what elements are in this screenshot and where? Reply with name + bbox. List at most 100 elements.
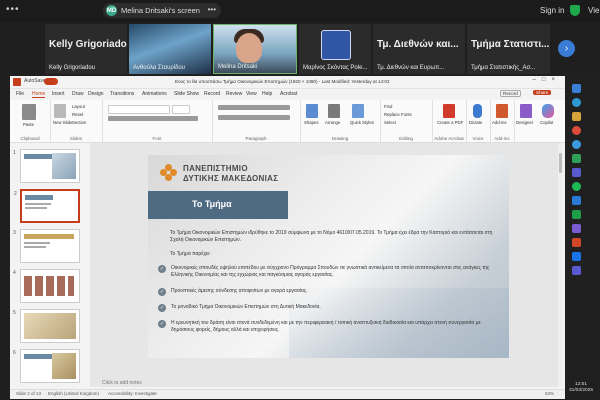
copilot-label[interactable]: Copilot bbox=[540, 120, 553, 125]
thumbnail-content bbox=[24, 313, 76, 339]
more-icon[interactable]: ••• bbox=[208, 5, 216, 14]
app-icon[interactable] bbox=[572, 266, 581, 275]
section-button[interactable]: Section bbox=[72, 120, 86, 125]
slide-thumbnail[interactable]: 4 bbox=[13, 269, 80, 303]
arrange-icon[interactable] bbox=[328, 104, 340, 118]
thumbnail-content bbox=[25, 207, 47, 209]
slide-number: 2 bbox=[14, 191, 17, 197]
participant-tile[interactable]: Μαρίνος Σκόντας Pole... bbox=[299, 24, 371, 74]
browser-icon[interactable] bbox=[572, 98, 581, 107]
slide-thumbnail-selected[interactable]: 2 bbox=[14, 189, 80, 223]
slide-thumbnail[interactable]: 1 bbox=[13, 149, 80, 183]
more-options-icon[interactable]: ••• bbox=[6, 4, 20, 15]
next-participants-button[interactable]: › bbox=[558, 40, 575, 57]
app-icon[interactable] bbox=[572, 154, 581, 163]
tab-home[interactable]: Home bbox=[32, 91, 46, 98]
zoom-level[interactable]: 63% bbox=[545, 391, 554, 396]
ribbon-tabs: File Home Insert Draw Design Transitions… bbox=[10, 89, 565, 99]
quick-styles-label[interactable]: Quick Styles bbox=[350, 120, 374, 125]
list-icons[interactable] bbox=[218, 105, 290, 110]
participant-tile-active-speaker[interactable]: Melina Dritsaki bbox=[213, 24, 297, 74]
font-format-icons[interactable] bbox=[108, 116, 198, 121]
tab-acrobat[interactable]: Acrobat bbox=[280, 91, 297, 97]
participant-tile[interactable]: Ανθούλα Σταυρίδου bbox=[129, 24, 211, 74]
shield-icon[interactable] bbox=[570, 5, 580, 16]
designer-label[interactable]: Designer bbox=[516, 120, 533, 125]
excel-icon[interactable] bbox=[572, 210, 581, 219]
tab-slide-show[interactable]: Slide Show bbox=[174, 91, 199, 97]
presenter-avatar: MD bbox=[106, 5, 117, 16]
edge-icon[interactable] bbox=[572, 140, 581, 149]
tab-help[interactable]: Help bbox=[262, 91, 272, 97]
tab-record[interactable]: Record bbox=[204, 91, 220, 97]
new-slide-label[interactable]: New Slide bbox=[53, 120, 72, 125]
share-button[interactable]: Share bbox=[533, 90, 552, 95]
quick-styles-icon[interactable] bbox=[352, 104, 364, 118]
tab-file[interactable]: File bbox=[16, 91, 24, 97]
font-name-dropdown[interactable] bbox=[108, 105, 170, 114]
participant-caption: Μαρίνος Σκόντας Pole... bbox=[303, 65, 368, 71]
participant-tile[interactable]: Kelly Grigoriadou Kelly Grigoriadou bbox=[45, 24, 127, 74]
tab-design[interactable]: Design bbox=[88, 91, 104, 97]
powerpoint-window: AutoSave Ενας το θα υποσπάσω Τμήμα Οικον… bbox=[10, 76, 565, 399]
slide-canvas[interactable]: ΠΑΝΕΠΙΣΤΗΜΙΟ ΔΥΤΙΚΗΣ ΜΑΚΕΔΟΝΙΑΣ Το Τμήμα… bbox=[148, 155, 509, 358]
notes-pane[interactable]: Click to add notes bbox=[90, 379, 560, 388]
vertical-scrollbar[interactable] bbox=[558, 143, 563, 387]
arrange-label[interactable]: Arrange bbox=[325, 120, 340, 125]
sign-in-link[interactable]: Sign in bbox=[540, 6, 564, 15]
shapes-label[interactable]: Shapes bbox=[304, 120, 319, 125]
copilot-icon[interactable] bbox=[542, 104, 554, 118]
find-button[interactable]: Find bbox=[384, 104, 392, 109]
microphone-icon[interactable] bbox=[473, 104, 482, 118]
designer-icon[interactable] bbox=[520, 104, 532, 118]
tab-animations[interactable]: Animations bbox=[142, 91, 167, 97]
clock-date: 31/03/2025 bbox=[568, 388, 593, 393]
scrollbar-thumb[interactable] bbox=[559, 153, 562, 173]
align-icons[interactable] bbox=[218, 115, 290, 120]
dictate-label[interactable]: Dictate bbox=[469, 120, 482, 125]
screen-share-pill[interactable]: MD Melina Dritsaki's screen ••• bbox=[103, 3, 221, 18]
new-slide-icon[interactable] bbox=[54, 104, 66, 118]
slide-thumbnail[interactable]: 5 bbox=[13, 309, 80, 343]
tab-draw[interactable]: Draw bbox=[72, 91, 84, 97]
tab-transitions[interactable]: Transitions bbox=[110, 91, 134, 97]
window-controls[interactable]: –□× bbox=[533, 77, 561, 83]
check-icon: ✓ bbox=[158, 265, 166, 273]
autosave-toggle[interactable] bbox=[44, 78, 58, 85]
record-button[interactable]: Record bbox=[500, 90, 521, 97]
group-label: Clipboard bbox=[20, 136, 40, 141]
add-ins-label[interactable]: Add-ins bbox=[492, 120, 507, 125]
teams-icon[interactable] bbox=[572, 168, 581, 177]
reset-button[interactable]: Reset bbox=[72, 112, 83, 117]
participant-tile[interactable]: Τμήμα Στατιστι... Τμήμα Στατιστικής_Ασ..… bbox=[467, 24, 550, 74]
layout-button[interactable]: Layout bbox=[72, 104, 85, 109]
paste-icon[interactable] bbox=[22, 104, 36, 120]
slide-thumbnail[interactable]: 3 bbox=[13, 229, 80, 263]
tab-view[interactable]: View bbox=[246, 91, 257, 97]
paste-label[interactable]: Paste bbox=[23, 122, 34, 127]
powerpoint-taskbar-icon[interactable] bbox=[572, 238, 581, 247]
slide-thumbnail[interactable]: 6 bbox=[13, 349, 80, 383]
tab-insert[interactable]: Insert bbox=[52, 91, 65, 97]
chrome-icon[interactable] bbox=[572, 126, 581, 135]
replace-button[interactable]: Replace Fonts bbox=[384, 112, 412, 117]
folder-icon[interactable] bbox=[572, 112, 581, 121]
create-pdf-icon[interactable] bbox=[443, 104, 455, 118]
app-icon[interactable] bbox=[572, 84, 581, 93]
accessibility-indicator[interactable]: Accessibility: Investigate bbox=[108, 391, 157, 396]
participant-strip: Kelly Grigoriadou Kelly Grigoriadou Ανθο… bbox=[45, 24, 550, 74]
spotify-icon[interactable] bbox=[572, 182, 581, 191]
onenote-icon[interactable] bbox=[572, 224, 581, 233]
system-clock[interactable]: 12:51 31/03/2025 bbox=[566, 382, 596, 394]
word-icon[interactable] bbox=[572, 196, 581, 205]
participant-tile[interactable]: Τμ. Διεθνών και... Τμ. Διεθνών και Ευρωπ… bbox=[373, 24, 465, 74]
view-menu[interactable]: Vie bbox=[588, 6, 599, 15]
language-indicator[interactable]: English (United Kingdom) bbox=[48, 391, 99, 396]
font-size-dropdown[interactable] bbox=[172, 105, 190, 114]
select-button[interactable]: Select bbox=[384, 120, 396, 125]
shapes-icon[interactable] bbox=[306, 104, 318, 118]
tab-review[interactable]: Review bbox=[226, 91, 242, 97]
create-pdf-label[interactable]: Create a PDF bbox=[437, 120, 463, 125]
add-ins-icon[interactable] bbox=[496, 104, 508, 118]
outlook-icon[interactable] bbox=[572, 252, 581, 261]
